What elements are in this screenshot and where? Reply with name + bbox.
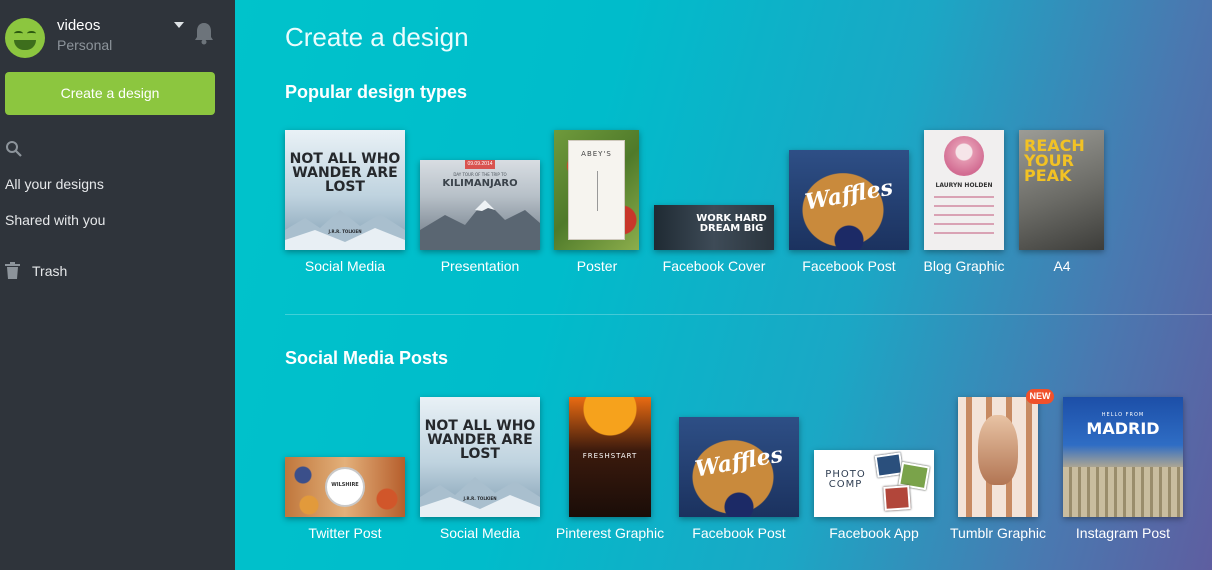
design-type-facebook-post-thumb[interactable]: Waffles — [789, 150, 909, 250]
thumb-subtitle: HELLO FROM — [1101, 412, 1145, 418]
thumb-title: PHOTO COMP — [825, 469, 866, 490]
portrait-circle — [944, 136, 984, 176]
design-type-tumblr-graphic-thumb[interactable] — [958, 397, 1038, 517]
page-title: Create a design — [285, 22, 469, 52]
design-type-pinterest-graphic-thumb[interactable]: FRESHSTART — [569, 397, 651, 517]
design-type-facebook-post-2-thumb[interactable]: Waffles — [679, 417, 799, 517]
face-illustration — [978, 415, 1018, 485]
mountain-illustration — [420, 200, 540, 250]
account-plan: Personal — [57, 37, 113, 53]
thumb-title: LAURYN HOLDEN — [935, 182, 993, 189]
new-badge: NEW — [1026, 389, 1054, 404]
mountain-illustration — [420, 477, 540, 517]
bell-icon[interactable] — [193, 21, 215, 45]
poster-card: ABEY'S — [568, 140, 625, 240]
sidebar: videos Personal Create a design All your… — [0, 0, 235, 570]
nav-trash-label: Trash — [32, 263, 68, 279]
thumb-quote: NOT ALL WHO WANDER ARE LOST — [424, 418, 536, 462]
design-type-instagram-post-label[interactable]: Instagram Post — [1043, 525, 1203, 541]
section-title-social-media-posts: Social Media Posts — [285, 348, 449, 368]
thumb-quote: WORK HARD DREAM BIG — [696, 213, 767, 234]
avatar[interactable] — [5, 18, 45, 58]
nav-shared-with-you[interactable]: Shared with you — [5, 212, 105, 228]
thumb-credit: J.R.R. TOLKIEN — [328, 229, 362, 234]
section-title-popular: Popular design types — [285, 82, 468, 102]
design-type-instagram-post-thumb[interactable]: HELLO FROM MADRID — [1063, 397, 1183, 517]
chevron-down-icon[interactable] — [174, 22, 184, 28]
design-type-social-media-thumb[interactable]: NOT ALL WHO WANDER ARE LOST J.R.R. TOLKI… — [285, 130, 405, 250]
design-type-social-media-2-thumb[interactable]: NOT ALL WHO WANDER ARE LOST J.R.R. TOLKI… — [420, 397, 540, 517]
section-divider — [285, 314, 1212, 315]
thumb-title: MADRID — [1086, 419, 1160, 438]
design-type-presentation-thumb[interactable]: 09.09.2014 DAY TOUR OF THE TRIP TO KILIM… — [420, 160, 540, 250]
thumb-title: REACH YOUR PEAK — [1024, 136, 1085, 186]
account-name[interactable]: videos — [57, 17, 100, 34]
thumb-title: ABEY'S — [581, 150, 612, 158]
thumb-title: Waffles — [693, 441, 785, 483]
thumb-subtitle: DAY TOUR OF THE TRIP TO — [453, 172, 507, 177]
design-type-facebook-app-thumb[interactable]: PHOTO COMP — [814, 450, 934, 517]
thumb-title: FRESHSTART — [582, 452, 638, 460]
design-type-facebook-cover-thumb[interactable]: WORK HARD DREAM BIG — [654, 205, 774, 250]
thumb-title: WILSHIRE — [331, 482, 359, 488]
design-type-poster-thumb[interactable]: ABEY'S — [554, 130, 639, 250]
avatar-eye-right — [27, 31, 36, 36]
badge-circle: WILSHIRE — [325, 467, 365, 507]
thumb-title: KILIMANJARO — [442, 178, 518, 189]
poster-line — [597, 171, 598, 211]
main-panel: Create a design Popular design types NOT… — [235, 0, 1212, 570]
create-design-button[interactable]: Create a design — [5, 72, 215, 115]
thumb-credit: J.R.R. TOLKIEN — [463, 496, 497, 501]
thumb-quote: NOT ALL WHO WANDER ARE LOST — [289, 151, 401, 195]
thumb-ribbon: 09.09.2014 — [465, 160, 495, 169]
thumb-title: Waffles — [803, 174, 895, 216]
photo-card — [883, 485, 911, 511]
avatar-mouth — [14, 40, 36, 50]
trash-icon — [5, 262, 20, 279]
design-type-a4-thumb[interactable]: REACH YOUR PEAK — [1019, 130, 1104, 250]
design-type-twitter-post-thumb[interactable]: WILSHIRE — [285, 457, 405, 517]
search-icon[interactable] — [5, 140, 23, 158]
blog-lines — [934, 196, 994, 236]
nav-all-designs[interactable]: All your designs — [5, 176, 104, 192]
palace-illustration — [1063, 467, 1183, 517]
design-type-a4-label[interactable]: A4 — [982, 258, 1142, 274]
mountain-illustration — [285, 210, 405, 250]
avatar-eye-left — [14, 31, 23, 36]
design-type-blog-graphic-thumb[interactable]: LAURYN HOLDEN — [924, 130, 1004, 250]
